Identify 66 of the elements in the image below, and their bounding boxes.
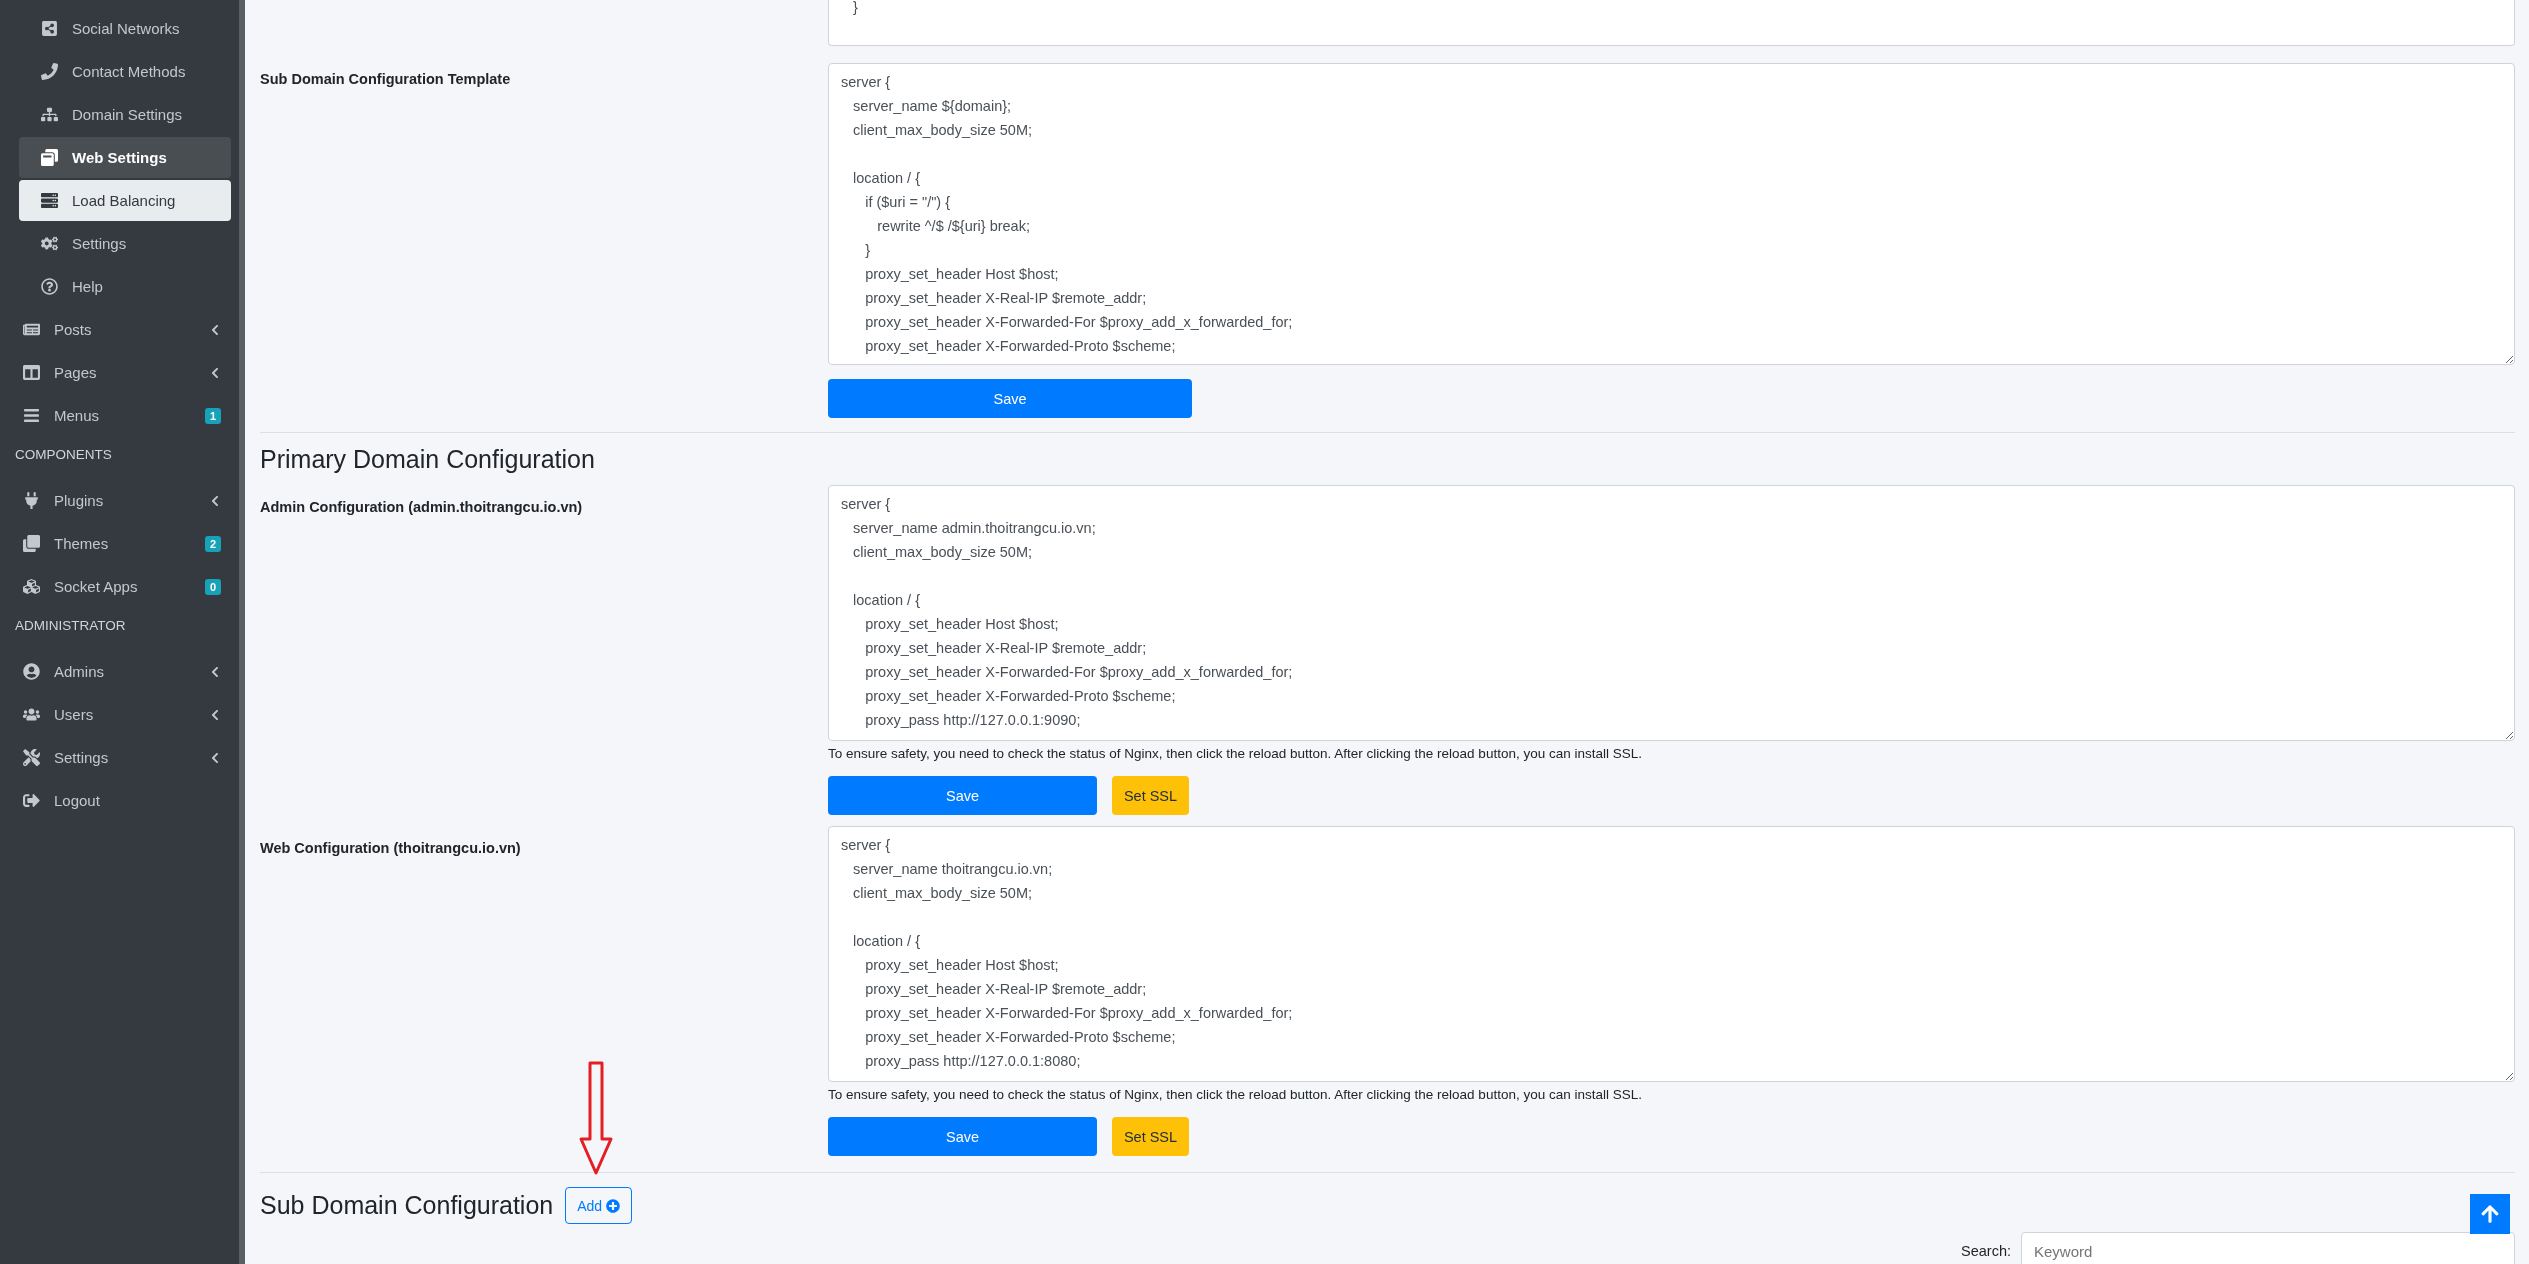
phone-icon [38, 63, 60, 80]
sitemap-icon [38, 106, 60, 123]
section-title: Sub Domain Configuration [260, 1191, 554, 1220]
user-icon [20, 663, 42, 680]
server-icon [38, 192, 60, 209]
sidebar-section-header: ADMINISTRATOR [14, 617, 127, 635]
windows-icon [38, 149, 60, 166]
back-to-top-button[interactable] [2470, 1194, 2510, 1234]
help-icon [38, 278, 60, 295]
cubes-icon [20, 578, 42, 595]
logout-icon [20, 792, 42, 809]
sidebar-item[interactable]: Menus 1 [12, 395, 231, 436]
sidebar-item[interactable]: Themes 2 [12, 523, 231, 564]
chevron-left-icon [209, 366, 221, 379]
users-icon [20, 706, 42, 723]
search-label: Search: [1961, 1243, 2011, 1259]
set-ssl-button[interactable]: Set SSL [1112, 776, 1189, 815]
set-ssl-button[interactable]: Set SSL [1112, 1117, 1189, 1156]
tools-icon [20, 749, 42, 766]
sidebar-section-header: COMPONENTS [14, 446, 113, 464]
field-label: Sub Domain Configuration Template [260, 70, 512, 87]
arrow-up-icon [2480, 1204, 2500, 1224]
settings-icon [38, 235, 60, 252]
sidebar-item[interactable]: Contact Methods [19, 51, 231, 92]
code-field[interactable]: } [828, 0, 2515, 46]
code-field[interactable]: server { server_name thoitrangcu.io.vn; client_max_body_size 50M; location / { proxy_set_header Host $host; proxy_set_header X-Real-IP $remote_addr; proxy_set_header X-Forwarded-For $proxy_add_x_forwarded_for; proxy_set_header X-Forwarded-Proto $scheme; proxy_pass http://127.0.0.1:8080; [828, 826, 2515, 1082]
add-button[interactable]: Add [565, 1187, 633, 1224]
field-label: Admin Configuration (admin.thoitrangcu.io.vn) [260, 498, 584, 515]
sidebar-item[interactable]: Settings [19, 223, 231, 264]
sidebar-item[interactable]: Plugins [12, 480, 231, 521]
help-text: To ensure safety, you need to check the status of Nginx, then click the reload button. After clicking the reload button, you can install SSL. [828, 1087, 1642, 1102]
sidebar-item[interactable]: Logout [12, 780, 231, 821]
sidebar-item[interactable]: Admins [12, 651, 231, 692]
columns-icon [20, 364, 42, 381]
chevron-left-icon [209, 708, 221, 721]
sidebar-item[interactable]: Domain Settings [19, 94, 231, 135]
code-text: } [852, 0, 859, 17]
sidebar-item[interactable]: Social Networks [19, 8, 231, 49]
count-badge: 2 [204, 535, 221, 552]
plus-icon [606, 1198, 621, 1213]
code-field[interactable]: server { server_name admin.thoitrangcu.io.vn; client_max_body_size 50M; location / { proxy_set_header Host $host; proxy_set_header X-Real-IP $remote_addr; proxy_set_header X-Forwarded-For $proxy_add_x_forwarded_for; proxy_set_header X-Forwarded-Proto $scheme; proxy_pass http://127.0.0.1:9090; [828, 485, 2515, 741]
count-badge: 0 [204, 578, 221, 595]
chevron-left-icon [209, 751, 221, 764]
sidebar-item[interactable]: Posts [12, 309, 231, 350]
section-title: Primary Domain Configuration [260, 445, 596, 474]
sidebar-item[interactable]: Settings [12, 737, 231, 778]
search-field[interactable]: Keyword [2021, 1232, 2515, 1264]
code-field[interactable]: server { server_name ${domain}; client_max_body_size 50M; location / { if ($uri = "/") { rewrite ^/$ /${uri} break; } proxy_set_header Host $host; proxy_set_header X-Real-IP $remote_addr; proxy_set_header X-Forwarded-For $proxy_add_x_forwarded_for; proxy_set_header X-Forwarded-Proto $scheme; [828, 63, 2515, 365]
sidebar-item[interactable]: Socket Apps 0 [12, 566, 231, 607]
save-button[interactable]: Save [828, 1117, 1097, 1156]
sidebar-item[interactable]: Pages [12, 352, 231, 393]
chevron-left-icon [209, 665, 221, 678]
sidebar-item[interactable]: Users [12, 694, 231, 735]
count-badge: 1 [204, 407, 221, 424]
save-button[interactable]: Save [828, 379, 1192, 418]
sidebar-item[interactable]: Help [19, 266, 231, 307]
clone-icon [20, 535, 42, 552]
chevron-left-icon [209, 323, 221, 336]
chevron-left-icon [209, 494, 221, 507]
down-arrow-icon [579, 1061, 613, 1175]
save-button[interactable]: Save [828, 776, 1097, 815]
field-label: Web Configuration (thoitrangcu.io.vn) [260, 839, 522, 856]
newspaper-icon [20, 321, 42, 338]
sidebar-item[interactable]: Web Settings [19, 137, 231, 178]
help-text: To ensure safety, you need to check the status of Nginx, then click the reload button. After clicking the reload button, you can install SSL. [828, 746, 1642, 761]
sidebar-item[interactable]: Load Balancing [19, 180, 231, 221]
